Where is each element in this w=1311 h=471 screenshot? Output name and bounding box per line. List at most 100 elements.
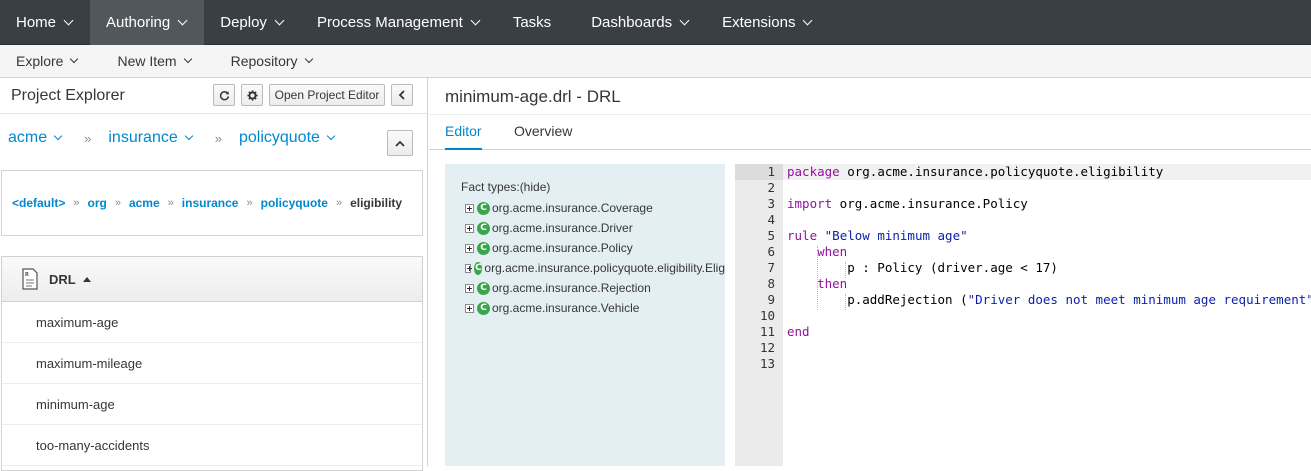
subnav-explore-label: Explore <box>16 53 64 69</box>
package-separator: » <box>73 197 80 209</box>
fact-types-title[interactable]: Fact types:(hide) <box>461 180 725 194</box>
collapse-breadcrumb-button[interactable] <box>387 130 413 156</box>
fact-type-item[interactable]: Corg.acme.insurance.Driver <box>461 218 725 238</box>
breadcrumb-separator: » <box>214 130 222 146</box>
code-line[interactable]: 13 <box>735 356 1311 372</box>
line-number: 10 <box>759 308 775 323</box>
drl-editor-panel: minimum-age.drl - DRL Editor Overview Fa… <box>429 78 1311 466</box>
subnav-new-item[interactable]: New Item <box>101 45 192 77</box>
list-item[interactable]: too-many-accidents <box>2 425 422 466</box>
package-org[interactable]: org <box>87 196 106 210</box>
package-default[interactable]: <default> <box>12 196 65 210</box>
chevron-down-icon <box>177 15 188 25</box>
package-insurance[interactable]: insurance <box>182 196 239 210</box>
chevron-down-icon <box>803 15 813 25</box>
nav-process-management[interactable]: Process Management <box>301 0 497 45</box>
line-number: 12 <box>759 340 775 355</box>
fact-type-label: org.acme.insurance.Driver <box>492 221 633 235</box>
nav-extensions[interactable]: Extensions <box>706 0 829 45</box>
list-item[interactable]: minimum-age <box>2 384 422 425</box>
fact-type-item[interactable]: Corg.acme.insurance.Coverage <box>461 198 725 218</box>
breadcrumb-repository[interactable]: insurance <box>108 129 193 147</box>
indent-guide <box>845 294 846 310</box>
document-icon: R <box>22 268 38 290</box>
expand-icon[interactable] <box>465 203 474 213</box>
fact-type-label: org.acme.insurance.Rejection <box>492 281 651 295</box>
list-item-label: maximum-mileage <box>36 355 143 371</box>
fact-type-label: org.acme.insurance.Coverage <box>492 201 653 215</box>
nav-tasks-label: Tasks <box>512 14 552 31</box>
line-number: 3 <box>767 196 775 211</box>
package-separator: » <box>335 197 343 209</box>
fact-type-item[interactable]: Corg.acme.insurance.policyquote.eligibil… <box>461 258 725 278</box>
code-line[interactable]: 4 <box>735 212 1311 228</box>
fact-type-item[interactable]: Corg.acme.insurance.Vehicle <box>461 298 725 318</box>
code-line[interactable]: 9 p.addRejection ("Driver does not meet … <box>735 292 1311 308</box>
nav-home[interactable]: Home <box>0 0 90 45</box>
line-number: 2 <box>767 180 775 195</box>
code-line[interactable]: 3 import org.acme.insurance.Policy <box>735 196 1311 212</box>
code-line[interactable]: 12 <box>735 340 1311 356</box>
nav-deploy-label: Deploy <box>220 14 267 31</box>
settings-button[interactable] <box>241 84 263 106</box>
chevron-left-icon <box>398 90 405 100</box>
chevron-down-icon <box>326 131 336 141</box>
code-line[interactable]: 6 when <box>735 244 1311 260</box>
line-number: 5 <box>767 228 775 243</box>
nav-dashboards[interactable]: Dashboards <box>575 0 706 45</box>
list-item[interactable]: maximum-mileage <box>2 343 422 384</box>
code-line[interactable]: 2 <box>735 180 1311 196</box>
expand-icon[interactable] <box>465 223 474 233</box>
code-text: import org.acme.insurance.Policy <box>787 196 1028 211</box>
code-line[interactable]: 11 end <box>735 324 1311 340</box>
list-item-label: maximum-age <box>36 314 119 330</box>
subnav-new-item-label: New Item <box>117 53 177 69</box>
subnav-repository[interactable]: Repository <box>215 45 313 77</box>
nav-authoring[interactable]: Authoring <box>90 0 205 45</box>
refresh-button[interactable] <box>213 84 235 106</box>
expand-icon[interactable] <box>465 243 474 253</box>
tab-overview[interactable]: Overview <box>514 123 572 139</box>
editor-title: minimum-age.drl - DRL <box>445 87 621 106</box>
code-text: rule "Below minimum age" <box>787 228 968 243</box>
line-number: 6 <box>767 244 775 259</box>
class-icon: C <box>477 281 490 295</box>
open-project-editor-button[interactable]: Open Project Editor <box>269 84 385 106</box>
line-number: 4 <box>767 212 775 227</box>
code-line[interactable]: 1 package org.acme.insurance.policyquote.… <box>735 164 1311 180</box>
code-text: p.addRejection ("Driver does not meet mi… <box>787 292 1311 307</box>
code-line[interactable]: 10 <box>735 308 1311 324</box>
breadcrumb-project-label: policyquote <box>238 129 320 146</box>
expand-icon[interactable] <box>465 263 473 273</box>
drl-list-header[interactable]: R DRL <box>2 257 422 302</box>
list-item[interactable]: maximum-age <box>2 302 422 343</box>
nav-authoring-label: Authoring <box>106 14 171 31</box>
chevron-down-icon <box>470 15 481 25</box>
chevron-down-icon <box>63 15 74 25</box>
fact-type-item[interactable]: Corg.acme.insurance.Rejection <box>461 278 725 298</box>
nav-deploy[interactable]: Deploy <box>204 0 301 45</box>
collapse-panel-button[interactable] <box>391 84 413 106</box>
code-line[interactable]: 8 then <box>735 276 1311 292</box>
package-policyquote[interactable]: policyquote <box>261 196 328 210</box>
line-number: 11 <box>759 324 775 339</box>
top-navigation: Home Authoring Deploy Process Management… <box>0 0 1311 45</box>
chevron-up-icon <box>395 140 405 147</box>
code-editor[interactable]: 1 package org.acme.insurance.policyquote.… <box>735 164 1311 466</box>
code-line[interactable]: 7 p : Policy (driver.age < 17) <box>735 260 1311 276</box>
tab-editor[interactable]: Editor <box>445 123 482 150</box>
expand-icon[interactable] <box>465 303 474 313</box>
nav-dashboards-label: Dashboards <box>591 14 673 31</box>
line-number: 1 <box>735 164 783 180</box>
code-line[interactable]: 5 rule "Below minimum age" <box>735 228 1311 244</box>
breadcrumb-organization[interactable]: acme <box>8 129 63 147</box>
breadcrumb-project[interactable]: policyquote <box>238 129 336 147</box>
code-text: package org.acme.insurance.policyquote.e… <box>787 164 1164 179</box>
package-acme[interactable]: acme <box>129 196 160 210</box>
subnav-explore[interactable]: Explore <box>0 45 79 77</box>
chevron-down-icon <box>183 54 192 64</box>
fact-type-item[interactable]: Corg.acme.insurance.Policy <box>461 238 725 258</box>
expand-icon[interactable] <box>465 283 474 293</box>
class-icon: C <box>477 201 490 215</box>
nav-tasks[interactable]: Tasks <box>497 0 575 45</box>
